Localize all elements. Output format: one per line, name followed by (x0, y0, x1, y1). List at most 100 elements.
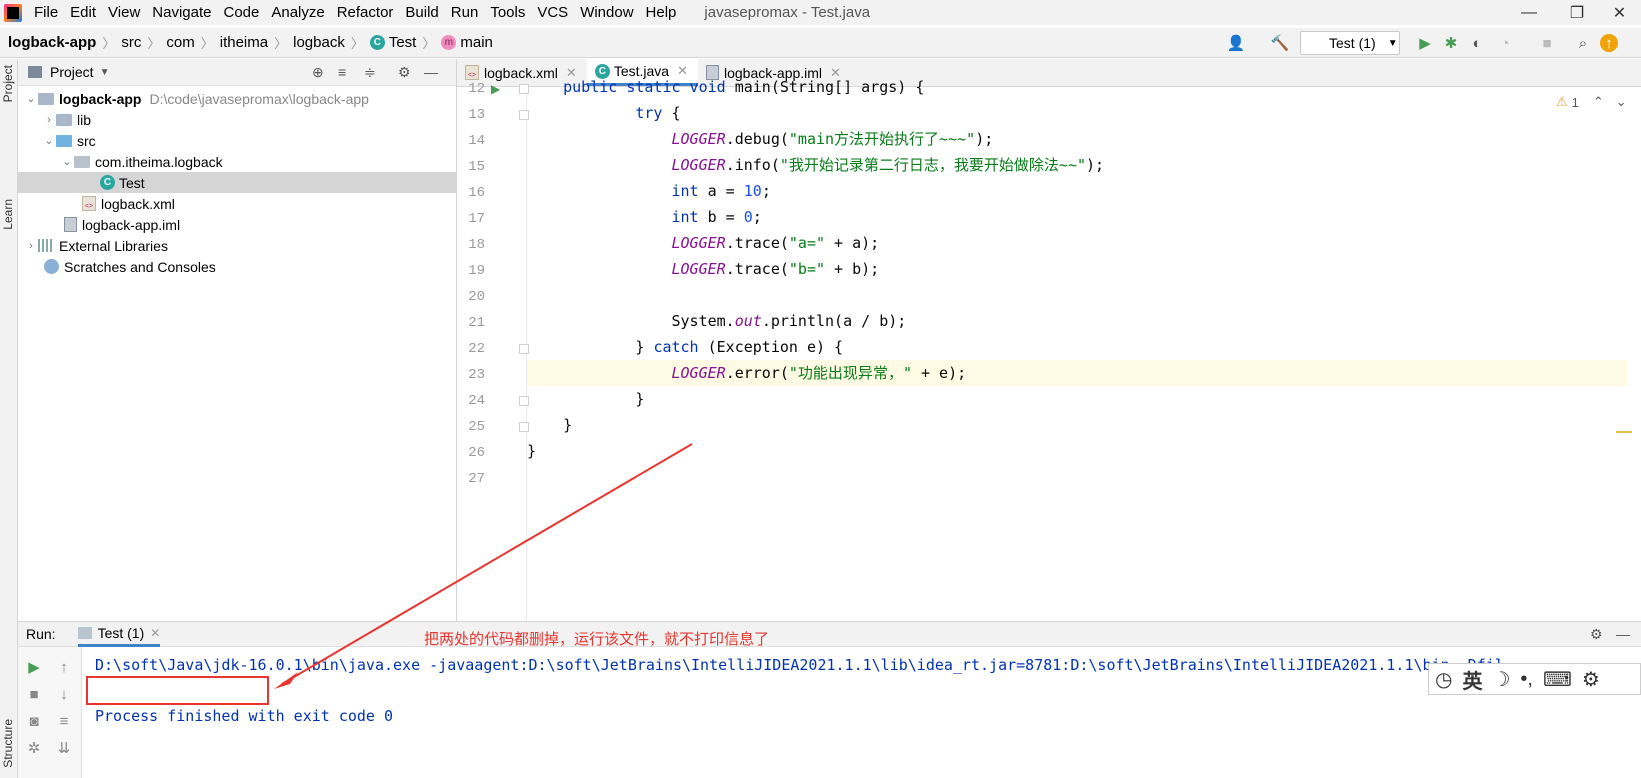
code-token: a = (698, 182, 744, 200)
pin-icon[interactable]: ✲ (24, 738, 44, 758)
tree-item-lib[interactable]: › lib (18, 109, 456, 130)
stop-icon[interactable]: ■ (1537, 33, 1557, 53)
breadcrumb-src[interactable]: src (121, 34, 141, 51)
chevron-right-icon[interactable]: › (42, 114, 56, 126)
collapse-all-icon[interactable]: ≑ (364, 64, 376, 81)
ime-toolbar[interactable]: ◷ 英 ☽ •, ⌨ ⚙ (1428, 663, 1641, 695)
project-tool-tab[interactable]: Project (1, 65, 15, 102)
project-panel-header: Project ▼ ⊕ ≡ ≑ ⚙ — (18, 59, 456, 86)
menu-code[interactable]: Code (217, 4, 265, 21)
hide-icon[interactable]: — (1616, 626, 1630, 642)
rerun-icon[interactable]: ▶ (24, 657, 44, 677)
project-panel-title[interactable]: Project (50, 64, 94, 80)
dropdown-arrow-icon: ▼ (1387, 37, 1398, 49)
code-token: b = (698, 208, 744, 226)
code-token: + b); (825, 260, 880, 278)
scrollbar-warning-marker[interactable] (1616, 431, 1632, 433)
chevron-down-icon[interactable]: ⌄ (42, 134, 56, 147)
run-tab[interactable]: Test (1) ✕ (77, 622, 161, 647)
soft-wrap-icon[interactable]: ≡ (54, 711, 74, 731)
code-token: System. (671, 312, 735, 330)
arrow-down-icon[interactable]: ↓ (54, 684, 74, 704)
chevron-down-icon[interactable]: ▼ (100, 67, 110, 78)
breadcrumb-project[interactable]: logback-app (8, 34, 96, 51)
ime-language-toggle[interactable]: 英 (1462, 665, 1482, 694)
punctuation-icon[interactable]: •, (1520, 668, 1533, 691)
menu-build[interactable]: Build (399, 4, 444, 21)
code-token: LOGGER (671, 156, 726, 174)
menu-navigate[interactable]: Navigate (146, 4, 217, 21)
tree-item-scratches[interactable]: Scratches and Consoles (18, 256, 456, 277)
menu-help[interactable]: Help (640, 4, 683, 21)
run-main-icon[interactable]: ▶ (491, 82, 500, 96)
close-icon[interactable]: ✕ (1598, 0, 1641, 25)
breadcrumb-test[interactable]: C Test (369, 34, 416, 51)
arrow-up-icon[interactable]: ↑ (54, 657, 74, 677)
breadcrumb-itheima[interactable]: itheima (220, 34, 268, 51)
tree-item-logback-xml[interactable]: <> logback.xml (18, 193, 456, 214)
minimize-icon[interactable]: — (1505, 0, 1553, 25)
chevron-right-icon[interactable]: › (24, 240, 38, 252)
hide-icon[interactable]: — (424, 64, 438, 80)
code-editor[interactable]: public static void main(String[] args) {… (527, 78, 1627, 621)
run-config-select[interactable]: Test (1) ▼ (1300, 31, 1400, 55)
structure-tool-tab[interactable]: Structure (1, 719, 15, 768)
close-icon[interactable]: ✕ (150, 626, 160, 640)
camera-icon[interactable]: ◙ (24, 711, 44, 731)
menu-file[interactable]: File (28, 4, 64, 21)
tree-item-logback-app[interactable]: ⌄ logback-app D:\code\javasepromax\logba… (18, 88, 456, 109)
tree-item-package[interactable]: ⌄ com.itheima.logback (18, 151, 456, 172)
keyboard-icon[interactable]: ⌨ (1543, 667, 1572, 692)
debug-icon[interactable]: ✱ (1441, 33, 1461, 53)
gear-icon[interactable]: ⚙ (398, 64, 411, 81)
inspection-widget[interactable]: ⚠ 1 ⌃ ⌄ (1556, 94, 1627, 110)
gear-icon[interactable]: ⚙ (1582, 667, 1600, 692)
menu-window[interactable]: Window (574, 4, 639, 21)
chevron-down-icon[interactable]: ⌄ (24, 92, 38, 105)
tree-item-test[interactable]: C Test (18, 172, 456, 193)
user-icon[interactable]: 👤 (1226, 33, 1246, 53)
locate-icon[interactable]: ⊕ (312, 64, 324, 81)
profile-icon[interactable]: ◔ (1495, 33, 1515, 53)
ime-logo-icon[interactable]: ◷ (1435, 667, 1452, 692)
menu-vcs[interactable]: VCS (531, 4, 574, 21)
console-output[interactable]: D:\soft\Java\jdk-16.0.1\bin\java.exe -ja… (82, 647, 1641, 778)
half-width-icon[interactable]: ☽ (1492, 667, 1510, 692)
scroll-to-end-icon[interactable]: ⇊ (54, 738, 74, 758)
tree-item-src[interactable]: ⌄ src (18, 130, 456, 151)
restore-icon[interactable]: ❐ (1553, 0, 1601, 25)
menu-run[interactable]: Run (445, 4, 485, 21)
menu-edit[interactable]: Edit (64, 4, 102, 21)
search-icon[interactable]: ⌕ (1573, 33, 1593, 53)
expand-all-icon[interactable]: ≡ (338, 64, 346, 80)
run-toolbar: ▶ ↑ ■ ↓ ◙ ≡ ✲ ⇊ (18, 647, 82, 778)
breadcrumb-logback[interactable]: logback (293, 34, 345, 51)
code-token: .debug( (725, 130, 789, 148)
menu-tools[interactable]: Tools (484, 4, 531, 21)
chevron-down-icon[interactable]: ⌄ (60, 155, 74, 168)
build-hammer-icon[interactable]: 🔨 (1270, 33, 1290, 53)
menu-view[interactable]: View (102, 4, 146, 21)
chevron-up-icon[interactable]: ⌃ (1593, 94, 1604, 110)
menu-analyze[interactable]: Analyze (265, 4, 330, 21)
intellij-logo-icon (4, 3, 22, 22)
breadcrumb-com[interactable]: com (166, 34, 194, 51)
breadcrumb-main[interactable]: m main (441, 34, 493, 51)
update-icon[interactable]: ↑ (1600, 34, 1618, 52)
code-line-21: System.out.println(a / b); (527, 308, 1627, 334)
tree-item-iml[interactable]: logback-app.iml (18, 214, 456, 235)
coverage-icon[interactable]: ◐ (1467, 33, 1487, 53)
console-icon (77, 626, 92, 639)
stop-icon[interactable]: ■ (24, 684, 44, 704)
tree-item-external-libraries[interactable]: › External Libraries (18, 235, 456, 256)
menu-refactor[interactable]: Refactor (331, 4, 400, 21)
line-number: 23 (468, 367, 485, 383)
code-line-18: LOGGER.trace("a=" + a); (527, 230, 1627, 256)
project-panel: Project ▼ ⊕ ≡ ≑ ⚙ — ⌄ logback-app D:\cod… (18, 59, 457, 621)
chevron-down-icon[interactable]: ⌄ (1616, 94, 1627, 110)
gear-icon[interactable]: ⚙ (1590, 626, 1603, 643)
code-token: .println(a / b); (761, 312, 907, 330)
run-icon[interactable]: ▶ (1415, 33, 1435, 53)
learn-tool-tab[interactable]: Learn (1, 199, 15, 230)
code-line-26: } (527, 438, 1627, 464)
